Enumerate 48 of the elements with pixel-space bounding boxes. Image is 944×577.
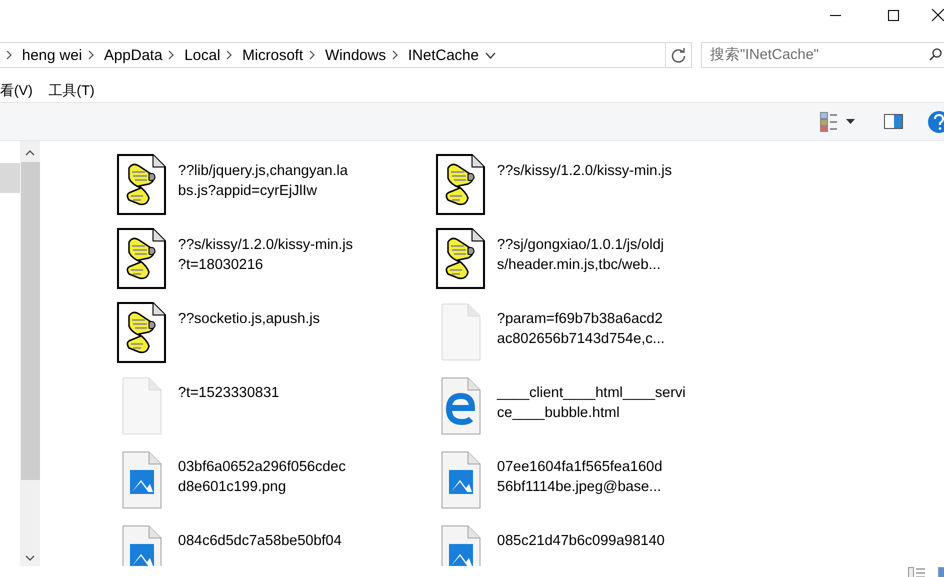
maximize-icon[interactable] <box>888 10 898 20</box>
chevron-right-icon[interactable] <box>168 50 176 60</box>
address-bar[interactable]: heng wei AppData Local Microsoft Windows INetCache <box>0 42 666 68</box>
script-file-icon[interactable] <box>116 228 166 288</box>
scrollbar[interactable] <box>20 141 40 566</box>
file-name: ?param=f69b7b38a6acd2 ac802656b7143d754e,c... <box>497 310 665 349</box>
preview-pane-icon[interactable] <box>884 114 903 129</box>
search-icon[interactable] <box>929 48 942 61</box>
minimize-icon[interactable] <box>830 14 840 16</box>
file-name: ____client____html____servi ce____bubble.html <box>497 384 686 423</box>
details-view-icon[interactable] <box>908 567 926 577</box>
script-file-icon[interactable] <box>116 154 166 214</box>
close-icon[interactable] <box>930 9 944 21</box>
dropdown-caret-icon[interactable] <box>846 119 855 124</box>
breadcrumb[interactable]: heng wei <box>22 46 82 64</box>
script-file-icon[interactable] <box>436 154 484 214</box>
chevron-right-icon[interactable] <box>392 50 399 60</box>
menu-item[interactable]: 看(V) <box>0 82 33 100</box>
file-name: 03bf6a0652a296f056cdec d8e601c199.png <box>178 458 346 497</box>
chevron-right-icon[interactable] <box>6 50 13 60</box>
chevron-right-icon[interactable] <box>309 50 316 60</box>
breadcrumb[interactable]: Windows <box>325 46 386 64</box>
refresh-icon[interactable] <box>671 48 686 62</box>
file-name: ??socketio.js,apush.js <box>178 310 320 329</box>
chevron-right-icon[interactable] <box>226 50 234 60</box>
breadcrumb[interactable]: INetCache <box>408 46 479 64</box>
file-name: ??lib/jquery.js,changyan.la bs.js?appid=cyrEjJlIw <box>178 162 348 201</box>
breadcrumb[interactable]: AppData <box>104 46 162 64</box>
breadcrumb[interactable]: Microsoft <box>242 46 304 64</box>
dropdown-chevron-icon[interactable] <box>484 52 496 58</box>
breadcrumb[interactable]: Local <box>184 46 220 64</box>
file-name: 085c21d47b6c099a98140 <box>497 532 665 551</box>
scrollbar-thumb[interactable] <box>20 162 40 480</box>
scroll-up-icon[interactable] <box>25 150 35 156</box>
file-name: ?t=1523330831 <box>178 384 280 403</box>
file-name: ??sj/gongxiao/1.0.1/js/oldj s/header.min.js,tbc/web... <box>497 236 664 275</box>
file-name: ??s/kissy/1.2.0/kissy-min.js ?t=18030216 <box>178 236 353 275</box>
file-name: 084c6d5dc7a58be50bf04 <box>178 532 342 551</box>
view-options-icon[interactable] <box>820 112 838 132</box>
help-icon[interactable] <box>928 110 944 132</box>
file-name: ??s/kissy/1.2.0/kissy-min.js <box>497 162 672 181</box>
file-name: 07ee1604fa1f565fea160d 56bf1114be.jpeg@base... <box>497 458 662 497</box>
menu-item[interactable]: 工具(T) <box>48 82 95 100</box>
chevron-right-icon[interactable] <box>88 50 96 60</box>
search-field[interactable]: 搜索"INetCache" <box>701 42 944 68</box>
scroll-down-icon[interactable] <box>25 555 35 561</box>
script-file-icon[interactable] <box>116 302 166 362</box>
script-file-icon[interactable] <box>436 228 484 288</box>
